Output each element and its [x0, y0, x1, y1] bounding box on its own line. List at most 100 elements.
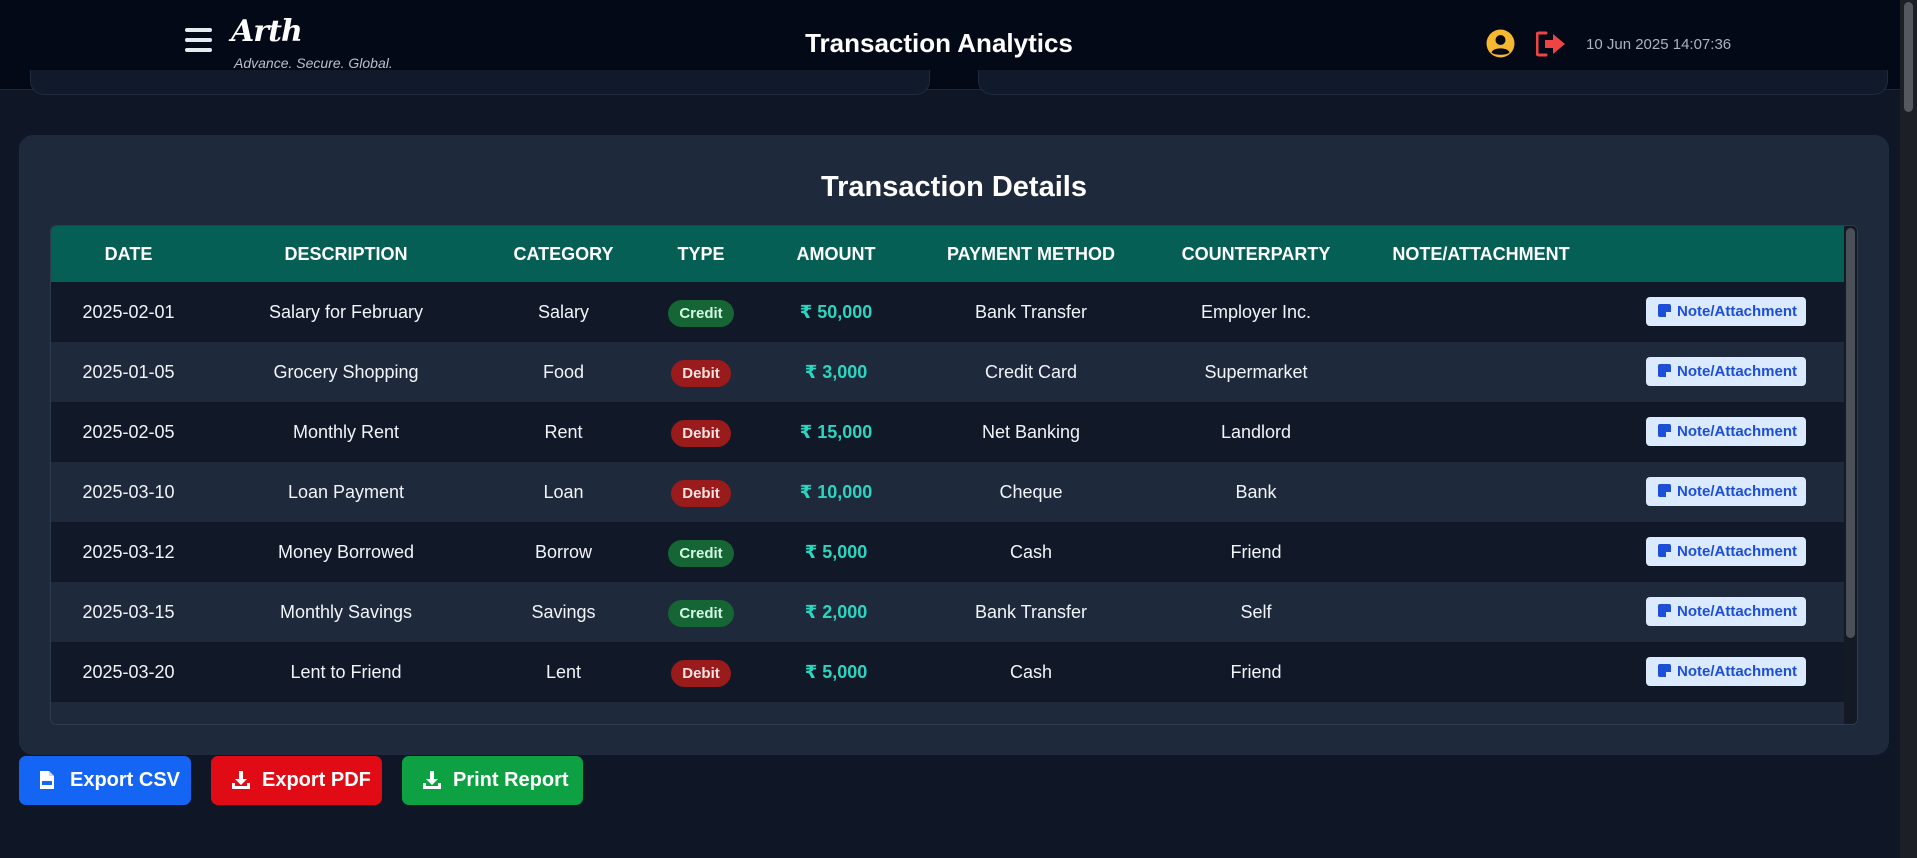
note-icon [1658, 604, 1671, 617]
cell-amount: ₹ 5,000 [804, 542, 868, 562]
export-pdf-label: Export PDF [262, 769, 371, 791]
cell-payment-method: Cheque [999, 482, 1063, 502]
cell-date: 2025-03-20 [82, 662, 175, 682]
cell-description: Monthly Rent [292, 422, 400, 442]
note-attachment-label: Note/Attachment [1677, 543, 1798, 560]
summary-card-left [30, 70, 930, 95]
cell-amount: ₹ 3,000 [804, 362, 868, 382]
type-badge: Credit [668, 299, 734, 327]
note-attachment-button[interactable]: Note/Attachment [1646, 657, 1806, 686]
column-header-date[interactable]: DATE [51, 226, 206, 282]
cell-category: Food [542, 362, 585, 382]
note-attachment-button[interactable]: Note/Attachment [1646, 297, 1806, 326]
table-row[interactable] [51, 702, 1845, 724]
table-row[interactable]: 2025-03-10 Loan Payment Loan Debit ₹ 10,000 C… [51, 462, 1845, 522]
cell-date: 2025-03-10 [82, 482, 175, 502]
table-row[interactable]: 2025-02-05 Monthly Rent Rent Debit ₹ 15,000 N… [51, 402, 1845, 462]
cell-amount: ₹ 15,000 [799, 422, 873, 442]
cell-amount: ₹ 10,000 [799, 482, 873, 502]
cell-category: Rent [544, 422, 583, 442]
cell-type: Credit [641, 582, 761, 642]
cell-counterparty: Bank [1235, 482, 1277, 502]
cell-counterparty: Friend [1230, 662, 1282, 682]
page-scrollbar[interactable] [1900, 0, 1917, 858]
table-row[interactable]: 2025-01-05 Grocery Shopping Food Debit ₹ 3,0… [51, 342, 1845, 402]
cell-counterparty: Friend [1230, 542, 1282, 562]
print-report-button[interactable]: Print Report [402, 756, 583, 805]
cell-description: Monthly Savings [279, 602, 413, 622]
cell-category: Loan [543, 482, 584, 502]
download-icon [232, 771, 250, 789]
column-header-category[interactable]: CATEGORY [486, 226, 641, 282]
column-header-counterparty[interactable]: COUNTERPARTY [1151, 226, 1361, 282]
column-header-type[interactable]: TYPE [641, 226, 761, 282]
cell-counterparty: Landlord [1220, 422, 1292, 442]
note-icon [1658, 484, 1671, 497]
note-attachment-label: Note/Attachment [1677, 663, 1798, 680]
table-row[interactable]: 2025-03-15 Monthly Savings Savings Credit ₹ … [51, 582, 1845, 642]
cell-type: Debit [641, 342, 761, 402]
transaction-panel: Transaction Details DATE DESCRIPTION CAT… [19, 135, 1889, 755]
datetime: 10 Jun 2025 14:07:36 [1586, 36, 1732, 53]
note-attachment-button[interactable]: Note/Attachment [1646, 417, 1806, 446]
cell-description: Grocery Shopping [273, 362, 419, 382]
cell-category: Savings [531, 602, 596, 622]
type-badge: Credit [668, 539, 734, 567]
cell-counterparty: Employer Inc. [1200, 302, 1312, 322]
note-attachment-label: Note/Attachment [1677, 423, 1798, 440]
table-scrollbar[interactable] [1844, 226, 1857, 724]
export-pdf-button[interactable]: Export PDF [211, 756, 382, 805]
cell-amount: ₹ 2,000 [804, 602, 868, 622]
note-attachment-button[interactable]: Note/Attachment [1646, 357, 1806, 386]
note-icon [1658, 424, 1671, 437]
column-header-description[interactable]: DESCRIPTION [206, 226, 486, 282]
type-badge: Debit [671, 659, 731, 687]
cell-payment-method: Bank Transfer [974, 602, 1088, 622]
cell-date: 2025-01-05 [82, 362, 175, 382]
transaction-table[interactable]: DATE DESCRIPTION CATEGORY TYPE AMOUNT PA… [50, 225, 1858, 725]
note-attachment-button[interactable]: Note/Attachment [1646, 537, 1806, 566]
export-csv-label: Export CSV [70, 769, 181, 791]
logout-icon[interactable] [1536, 31, 1566, 57]
note-icon [1658, 304, 1671, 317]
column-header-amount[interactable]: AMOUNT [761, 226, 911, 282]
type-badge: Debit [671, 359, 731, 387]
cell-date: 2025-03-15 [82, 602, 175, 622]
cell-description: Lent to Friend [290, 662, 402, 682]
note-attachment-label: Note/Attachment [1677, 363, 1798, 380]
cell-counterparty: Supermarket [1204, 362, 1308, 382]
column-header-payment-method[interactable]: PAYMENT METHOD [911, 226, 1151, 282]
table-row[interactable]: 2025-03-12 Money Borrowed Borrow Credit ₹ 5,… [51, 522, 1845, 582]
column-header-note[interactable]: NOTE/ATTACHMENT [1361, 226, 1601, 282]
cell-type: Credit [641, 282, 761, 342]
note-attachment-button[interactable]: Note/Attachment [1646, 597, 1806, 626]
cell-type: Credit [641, 522, 761, 582]
cell-date: 2025-02-05 [82, 422, 175, 442]
user-icon[interactable] [1486, 29, 1515, 58]
type-badge: Debit [671, 479, 731, 507]
table-header: DATE DESCRIPTION CATEGORY TYPE AMOUNT PA… [51, 226, 1845, 282]
file-csv-icon [40, 771, 54, 789]
note-attachment-label: Note/Attachment [1677, 483, 1798, 500]
cell-type: Debit [641, 462, 761, 522]
cell-amount: ₹ 5,000 [804, 662, 868, 682]
table-row[interactable]: 2025-03-20 Lent to Friend Lent Debit ₹ 5,000… [51, 642, 1845, 702]
type-badge: Debit [671, 419, 731, 447]
note-icon [1658, 544, 1671, 557]
cell-description: Salary for February [268, 302, 424, 322]
panel-title: Transaction Details [821, 171, 1087, 203]
cell-type: Debit [641, 402, 761, 462]
cell-payment-method: Bank Transfer [974, 302, 1088, 322]
cell-date: 2025-03-12 [82, 542, 175, 562]
cell-description: Loan Payment [287, 482, 405, 502]
table-row[interactable]: 2025-02-01 Salary for February Salary Credi… [51, 282, 1845, 342]
cell-payment-method: Cash [1009, 542, 1053, 562]
download-icon [423, 771, 441, 789]
cell-payment-method: Credit Card [984, 362, 1078, 382]
type-badge: Credit [668, 599, 734, 627]
export-csv-button[interactable]: Export CSV [19, 756, 191, 805]
note-attachment-button[interactable]: Note/Attachment [1646, 477, 1806, 506]
cell-category: Borrow [534, 542, 592, 562]
note-icon [1658, 664, 1671, 677]
cell-amount: ₹ 50,000 [799, 302, 873, 322]
